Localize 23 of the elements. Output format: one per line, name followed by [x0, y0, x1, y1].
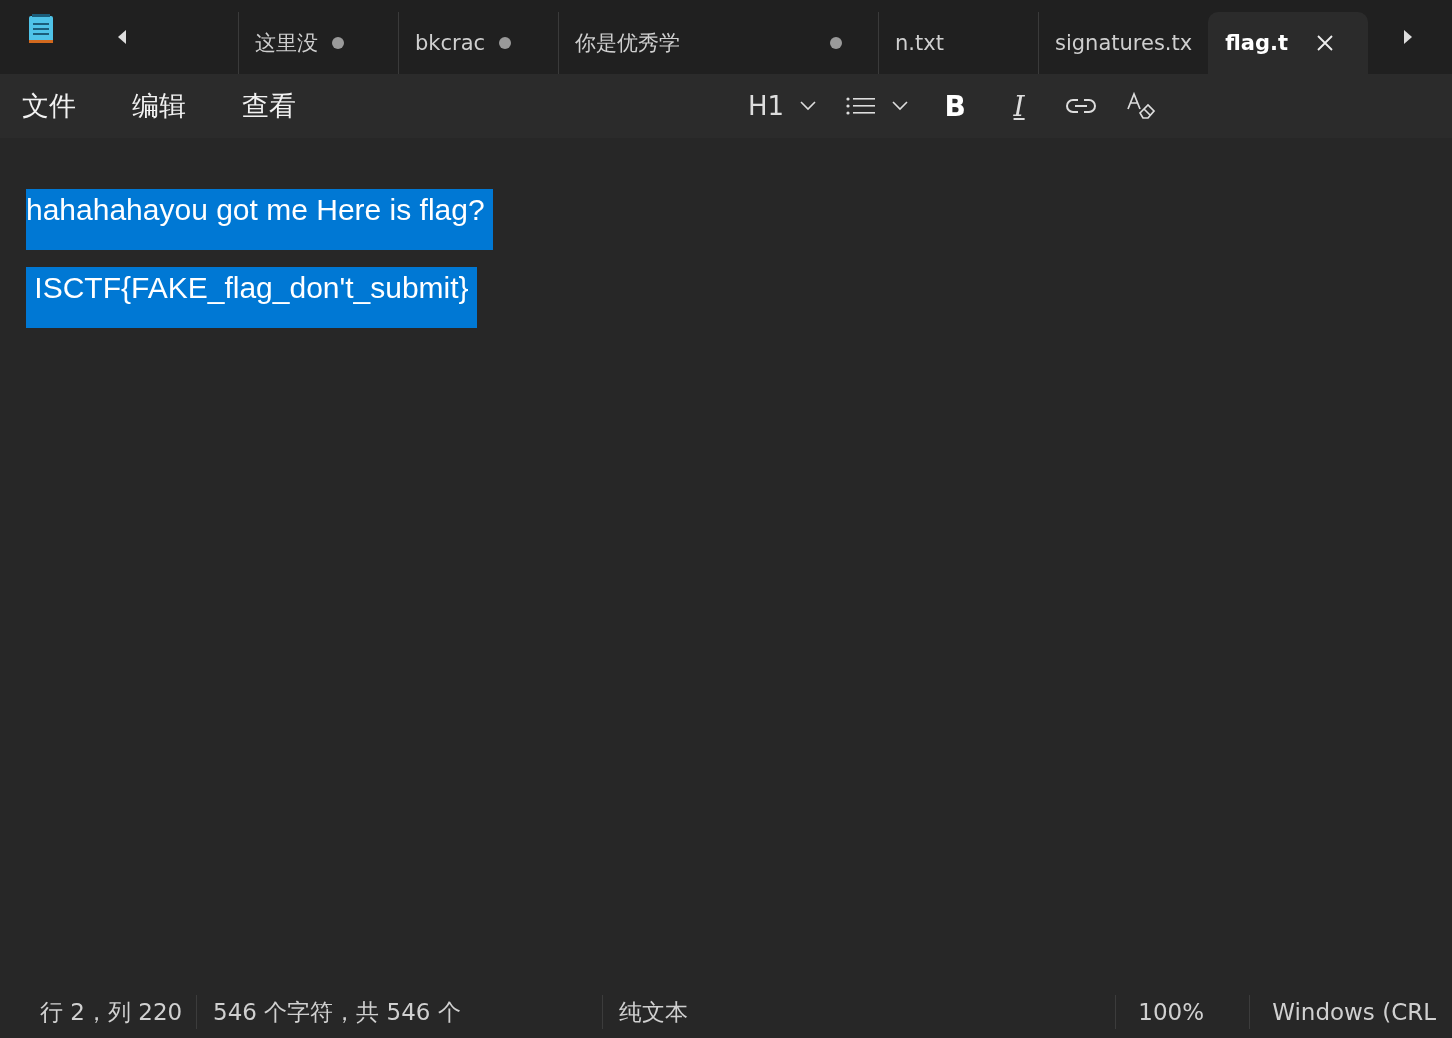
- unsaved-dot-icon: [332, 37, 344, 49]
- unsaved-dot-icon: [830, 37, 842, 49]
- chevron-down-icon: [892, 101, 909, 111]
- link-icon: [1066, 98, 1097, 114]
- status-text: 纯文本: [601, 994, 1116, 1029]
- close-icon[interactable]: [1316, 34, 1335, 52]
- list-icon: [846, 96, 877, 116]
- status-text: 100%: [1115, 994, 1250, 1029]
- chevron-down-icon: [800, 101, 817, 111]
- italic-button[interactable]: I: [998, 84, 1041, 128]
- status-text: 546 个字符，共 546 个: [196, 994, 602, 1029]
- status-text: Windows (CRL: [1249, 994, 1452, 1029]
- triangle-left-icon: [116, 29, 128, 45]
- menu-item[interactable]: 编辑: [132, 88, 186, 124]
- menu-item[interactable]: 文件: [22, 88, 76, 124]
- notepad-icon: [28, 13, 54, 45]
- heading-dropdown[interactable]: H1: [744, 84, 821, 128]
- file-tab[interactable]: flag.t: [1208, 12, 1369, 74]
- menu-item[interactable]: 查看: [242, 88, 296, 124]
- unsaved-dot-icon: [499, 37, 512, 49]
- eraser-icon: [1126, 91, 1157, 121]
- status-text: 行 2，列 220: [39, 997, 184, 1027]
- bold-button[interactable]: B: [934, 84, 977, 128]
